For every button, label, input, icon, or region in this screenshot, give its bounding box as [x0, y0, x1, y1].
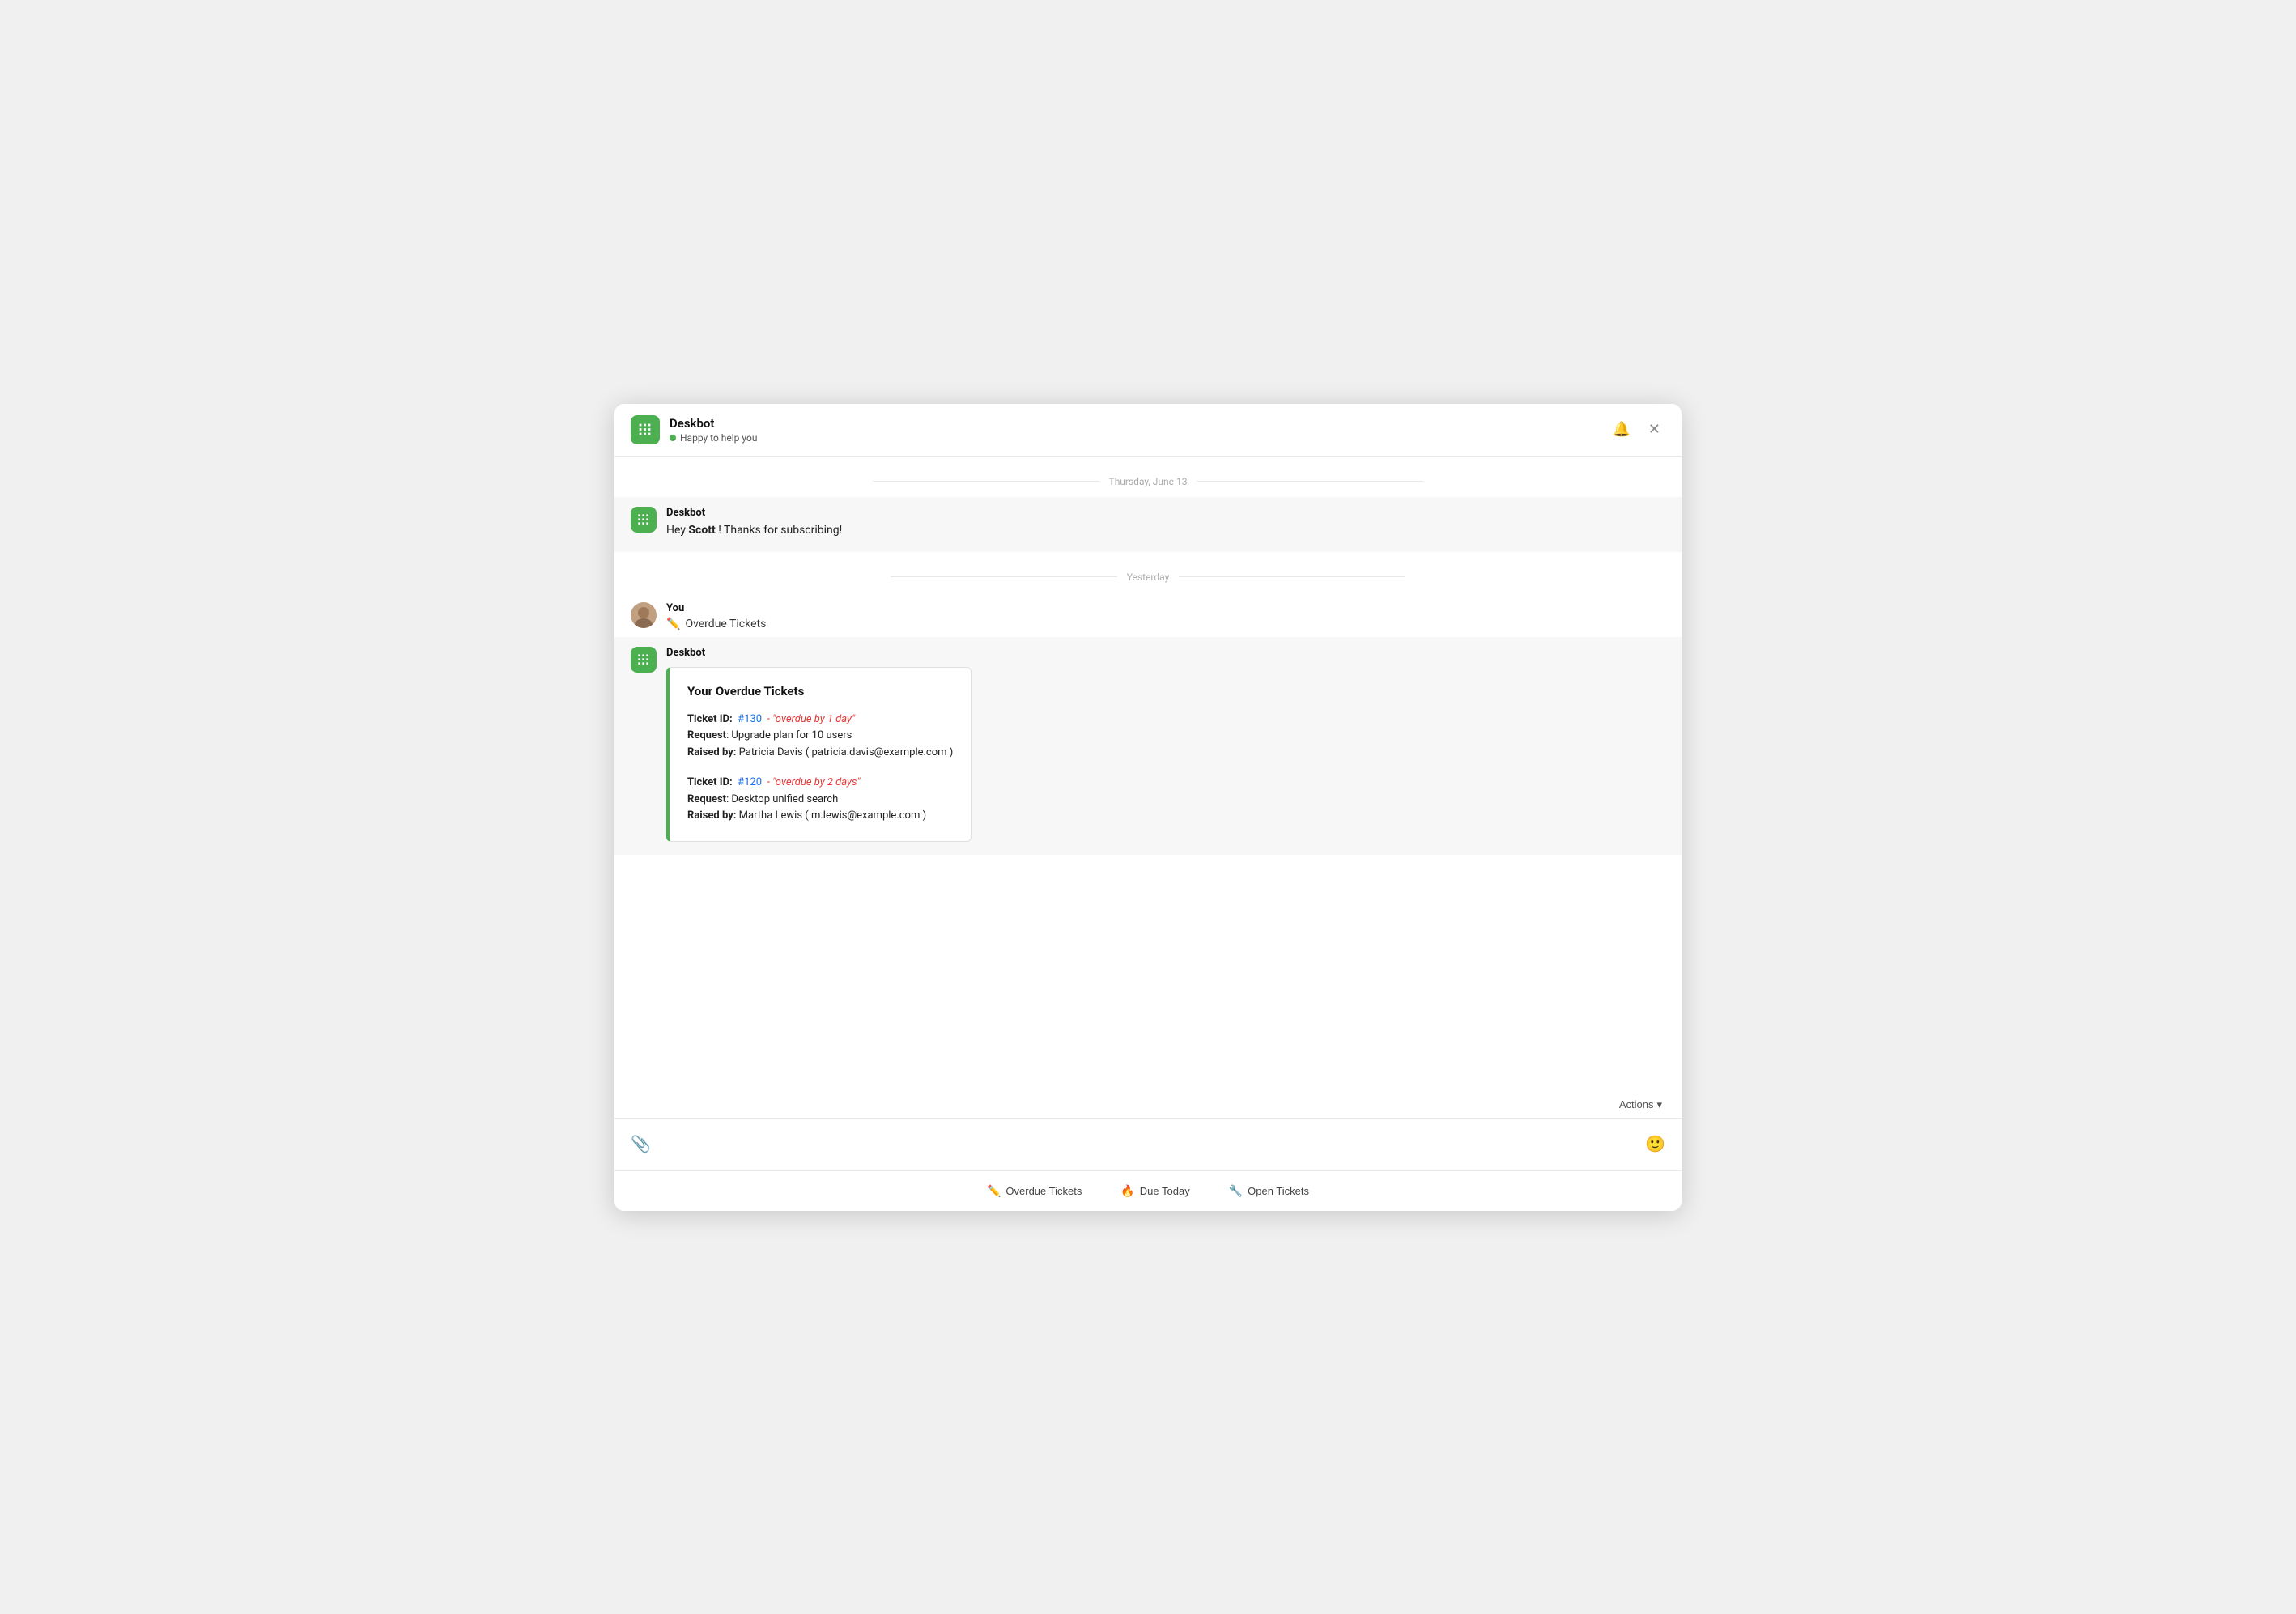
ticket-entry-2: Ticket ID: #120 - "overdue by 2 days" Re… — [687, 775, 953, 825]
shortcut-open-label: Open Tickets — [1248, 1185, 1309, 1197]
emoji-button[interactable]: 🙂 — [1639, 1128, 1672, 1161]
user-sender-name: You — [666, 602, 766, 614]
overdue-text-1: - "overdue by 1 day" — [764, 713, 855, 725]
date-divider-thursday: Thursday, June 13 — [614, 457, 1682, 497]
ticket-id-label-2: Ticket ID: — [687, 776, 733, 788]
chat-input-area: 📎 🙂 — [614, 1118, 1682, 1170]
bot-message-content-1: Hey Scott ! Thanks for subscribing! — [666, 522, 842, 539]
user-avatar — [631, 602, 657, 628]
overdue-text-2: - "overdue by 2 days" — [764, 776, 860, 788]
close-icon: ✕ — [1648, 421, 1660, 438]
user-message-content: ✏️ Overdue Tickets — [666, 618, 766, 631]
bottom-shortcuts: ✏️ Overdue Tickets 🔥 Due Today 🔧 Open Ti… — [614, 1170, 1682, 1211]
bell-icon: 🔔 — [1612, 421, 1630, 438]
ticket-card: Your Overdue Tickets Ticket ID: #130 - "… — [666, 667, 972, 843]
divider-line-left-2 — [891, 576, 1117, 577]
shortcut-due-label: Due Today — [1140, 1185, 1190, 1197]
shortcut-overdue-label: Overdue Tickets — [1006, 1185, 1082, 1197]
divider-line-left — [873, 481, 1099, 482]
ticket-raised-line-1: Raised by: Patricia Davis ( patricia.dav… — [687, 745, 953, 762]
ticket-raised-label-2: Raised by: — [687, 809, 736, 822]
bot-avatar-1 — [631, 507, 657, 533]
bot-avatar-2 — [631, 647, 657, 673]
ticket-id-label-1: Ticket ID: — [687, 713, 733, 725]
actions-button[interactable]: Actions ▾ — [1613, 1095, 1669, 1115]
shortcut-wrench-icon: 🔧 — [1229, 1184, 1243, 1198]
ticket-card-title: Your Overdue Tickets — [687, 684, 953, 699]
user-message-text: Overdue Tickets — [685, 618, 766, 631]
divider-line-right-2 — [1179, 576, 1405, 577]
ticket-entry-1: Ticket ID: #130 - "overdue by 1 day" Req… — [687, 711, 953, 762]
ticket-request-line-1: Request: Upgrade plan for 10 users — [687, 728, 953, 745]
attach-icon: 📎 — [631, 1134, 651, 1154]
user-face-icon — [631, 602, 657, 628]
ticket-request-line-2: Request: Desktop unified search — [687, 792, 953, 809]
attach-button[interactable]: 📎 — [624, 1128, 657, 1161]
chat-body: Thursday, June 13 Deskbot Hey Scott ! Th… — [614, 457, 1682, 1089]
status-dot — [670, 435, 676, 441]
date-text-thursday: Thursday, June 13 — [1109, 476, 1188, 487]
actions-row: Actions ▾ — [614, 1089, 1682, 1118]
ticket-id-line-2: Ticket ID: #120 - "overdue by 2 days" — [687, 775, 953, 792]
bot-message-row-1: Deskbot Hey Scott ! Thanks for subscribi… — [614, 497, 1682, 552]
date-divider-yesterday: Yesterday — [614, 552, 1682, 593]
close-button[interactable]: ✕ — [1643, 418, 1665, 441]
ticket-id-link-2[interactable]: #120 — [735, 776, 762, 788]
ticket-id-link-1[interactable]: #130 — [735, 713, 762, 725]
actions-chevron-icon: ▾ — [1656, 1098, 1662, 1111]
actions-label: Actions — [1619, 1098, 1654, 1111]
shortcut-overdue-tickets[interactable]: ✏️ Overdue Tickets — [980, 1181, 1088, 1201]
divider-line-right — [1197, 481, 1423, 482]
bot-sender-name-2: Deskbot — [666, 647, 972, 659]
chat-input[interactable] — [657, 1138, 1639, 1151]
user-message-row: You ✏️ Overdue Tickets — [614, 593, 1682, 637]
status-text: Happy to help you — [680, 432, 757, 444]
pencil-icon: ✏️ — [666, 618, 680, 631]
shortcut-open-tickets[interactable]: 🔧 Open Tickets — [1222, 1181, 1316, 1201]
shortcut-pencil-icon: ✏️ — [987, 1184, 1001, 1198]
bot-avatar-icon-1 — [636, 512, 652, 528]
chat-header: Deskbot Happy to help you 🔔 ✕ — [614, 404, 1682, 457]
bot-status: Happy to help you — [670, 432, 1607, 444]
date-text-yesterday: Yesterday — [1127, 571, 1170, 583]
ticket-id-line-1: Ticket ID: #130 - "overdue by 1 day" — [687, 711, 953, 728]
bell-button[interactable]: 🔔 — [1607, 418, 1635, 441]
emoji-icon: 🙂 — [1645, 1134, 1665, 1154]
shortcut-fire-icon: 🔥 — [1120, 1184, 1134, 1198]
chat-window: Deskbot Happy to help you 🔔 ✕ Thursday, … — [614, 404, 1682, 1211]
deskbot-logo-icon — [636, 421, 654, 439]
shortcut-due-today[interactable]: 🔥 Due Today — [1114, 1181, 1196, 1201]
bot-avatar-icon-2 — [636, 652, 652, 668]
bot-logo — [631, 415, 660, 444]
ticket-raised-label-1: Raised by: — [687, 746, 736, 758]
header-actions: 🔔 ✕ — [1607, 418, 1665, 441]
bot-sender-name-1: Deskbot — [666, 507, 842, 519]
ticket-request-label-2: Request — [687, 793, 726, 805]
bot-name: Deskbot — [670, 416, 1607, 431]
ticket-request-label-1: Request — [687, 729, 726, 741]
ticket-raised-line-2: Raised by: Martha Lewis ( m.lewis@exampl… — [687, 808, 953, 825]
bot-info: Deskbot Happy to help you — [670, 416, 1607, 444]
bot-message-row-2: Deskbot Your Overdue Tickets Ticket ID: … — [614, 637, 1682, 856]
